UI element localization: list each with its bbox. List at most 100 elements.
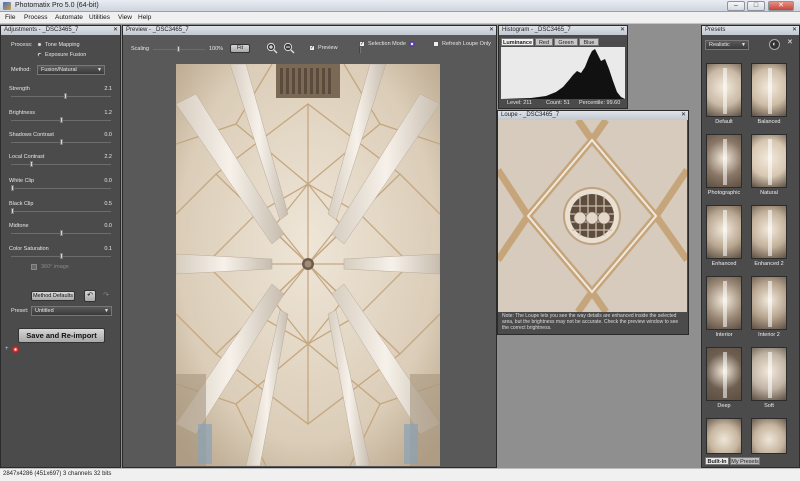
minimize-button[interactable]: – bbox=[727, 1, 745, 11]
slider-track[interactable] bbox=[11, 185, 111, 191]
slider-thumb[interactable] bbox=[60, 139, 63, 145]
close-icon[interactable]: ✕ bbox=[113, 26, 118, 35]
help-icon[interactable] bbox=[12, 346, 19, 353]
slider-track[interactable] bbox=[11, 230, 111, 236]
preset-thumbnail[interactable] bbox=[751, 134, 787, 188]
menu-help[interactable]: Help bbox=[138, 14, 151, 21]
preset-thumbnail[interactable] bbox=[706, 347, 742, 401]
loupe-detail-image bbox=[498, 120, 687, 312]
preset-options-icon[interactable]: ◐ bbox=[769, 39, 780, 50]
slider-thumb[interactable] bbox=[11, 185, 14, 191]
slider-value: 2.2 bbox=[104, 154, 112, 160]
thumbnail-pillar bbox=[768, 281, 772, 327]
slider-thumb[interactable] bbox=[60, 230, 63, 236]
slider-thumb[interactable] bbox=[60, 253, 63, 259]
slider-value: 2.1 bbox=[104, 86, 112, 92]
histogram-curve bbox=[501, 49, 625, 99]
thumbnail-pillar bbox=[723, 352, 727, 398]
menu-automate[interactable]: Automate bbox=[55, 14, 83, 21]
preset-dropdown[interactable]: Untitled ▼ bbox=[31, 306, 112, 316]
preset-thumbnail[interactable] bbox=[706, 276, 742, 330]
fit-button[interactable]: Fit bbox=[230, 44, 250, 53]
tab-my-presets[interactable]: My Presets bbox=[730, 457, 760, 465]
method-defaults-button[interactable]: Method Defaults bbox=[31, 291, 75, 301]
slider-track[interactable] bbox=[11, 117, 111, 123]
zoom-out-icon[interactable] bbox=[283, 42, 295, 54]
refresh-loupe-label: Refresh Loupe Only bbox=[442, 41, 491, 47]
preset-thumbnail[interactable] bbox=[751, 347, 787, 401]
slider-value: 0.0 bbox=[104, 132, 112, 138]
preset-label: Default bbox=[715, 119, 733, 125]
chevron-down-icon: ▼ bbox=[104, 308, 109, 314]
loupe-title: Loupe - _DSC3465_7 bbox=[501, 112, 560, 118]
chevron-down-icon: ▼ bbox=[97, 67, 102, 73]
menu-view[interactable]: View bbox=[118, 14, 132, 21]
preset-thumbnail[interactable] bbox=[751, 418, 787, 454]
preview-checkbox[interactable]: ✓ bbox=[309, 45, 315, 51]
slider-thumb[interactable] bbox=[30, 161, 33, 167]
tab-built-in[interactable]: Built-In bbox=[705, 457, 729, 465]
adjustments-title: Adjustments - _DSC3465_7 bbox=[4, 27, 79, 33]
exposure-fusion-label: Exposure Fusion bbox=[45, 52, 87, 58]
radio-exposure-fusion[interactable] bbox=[37, 52, 42, 57]
slider-track[interactable] bbox=[11, 93, 111, 99]
selection-mode-help-icon[interactable] bbox=[409, 41, 415, 47]
menu-utilities[interactable]: Utilities bbox=[89, 14, 110, 21]
slider-thumb[interactable] bbox=[177, 46, 180, 52]
slider-label: White Clip bbox=[9, 178, 35, 184]
maximize-button[interactable]: □ bbox=[747, 1, 765, 11]
preset-thumbnail[interactable] bbox=[751, 276, 787, 330]
slider-track[interactable] bbox=[11, 139, 111, 145]
presets-title: Presets bbox=[705, 27, 726, 33]
close-icon[interactable]: ✕ bbox=[792, 26, 797, 35]
histogram-graph[interactable] bbox=[501, 47, 625, 99]
slider-thumb[interactable] bbox=[60, 117, 63, 123]
slider-track[interactable] bbox=[11, 208, 111, 214]
close-presets-icon[interactable]: ✕ bbox=[787, 38, 793, 46]
preset-label: Deep bbox=[717, 403, 731, 409]
method-value: Fusion/Natural bbox=[41, 67, 77, 73]
tab-blue[interactable]: Blue bbox=[579, 38, 599, 46]
slider-track[interactable] bbox=[11, 253, 111, 259]
preset-thumbnail[interactable] bbox=[706, 134, 742, 188]
tab-green[interactable]: Green bbox=[554, 38, 578, 46]
thumbnail-pillar bbox=[768, 139, 772, 185]
zoom-in-icon[interactable] bbox=[266, 42, 278, 54]
selection-mode-checkbox[interactable]: ✓ bbox=[359, 41, 365, 47]
close-icon[interactable]: ✕ bbox=[620, 26, 625, 35]
menu-file[interactable]: File bbox=[5, 14, 15, 21]
thumbnail-pillar bbox=[723, 210, 727, 256]
close-button[interactable]: ✕ bbox=[768, 1, 794, 11]
preset-category-value: Realistic bbox=[709, 42, 730, 48]
save-and-reimport-button[interactable]: Save and Re-import bbox=[18, 328, 105, 343]
redo-button[interactable]: ↷ bbox=[100, 290, 112, 302]
close-icon[interactable]: ✕ bbox=[489, 26, 494, 35]
menu-process[interactable]: Process bbox=[24, 14, 47, 21]
preset-thumbnail[interactable] bbox=[751, 205, 787, 259]
close-icon[interactable]: ✕ bbox=[681, 111, 686, 120]
scaling-value: 100% bbox=[209, 46, 224, 52]
slider-thumb[interactable] bbox=[64, 93, 67, 99]
thumbnail-pillar bbox=[723, 139, 727, 185]
slider-thumb[interactable] bbox=[11, 208, 14, 214]
radio-tone-mapping[interactable] bbox=[37, 42, 42, 47]
360-image-checkbox[interactable] bbox=[31, 264, 37, 270]
redo-icon: ↷ bbox=[103, 292, 109, 299]
tab-red[interactable]: Red bbox=[535, 38, 553, 46]
preset-thumbnail[interactable] bbox=[751, 63, 787, 117]
tab-luminance[interactable]: Luminance bbox=[501, 38, 534, 46]
slider-track[interactable] bbox=[11, 161, 111, 167]
preset-thumbnail[interactable] bbox=[706, 205, 742, 259]
slider-value: 0.1 bbox=[104, 246, 112, 252]
adjustments-panel: Adjustments - _DSC3465_7 ✕ Process: Tone… bbox=[0, 25, 121, 468]
expand-toggle[interactable]: + bbox=[5, 346, 9, 352]
undo-button[interactable]: ↶ bbox=[84, 290, 96, 302]
refresh-loupe-checkbox[interactable] bbox=[433, 41, 439, 47]
preset-thumbnail[interactable] bbox=[706, 418, 742, 454]
loupe-image[interactable] bbox=[498, 120, 687, 312]
scaling-slider[interactable] bbox=[153, 46, 205, 52]
preview-image[interactable] bbox=[176, 64, 440, 466]
method-dropdown[interactable]: Fusion/Natural ▼ bbox=[37, 65, 105, 75]
preset-category-dropdown[interactable]: Realistic ▼ bbox=[705, 40, 749, 50]
preset-thumbnail[interactable] bbox=[706, 63, 742, 117]
